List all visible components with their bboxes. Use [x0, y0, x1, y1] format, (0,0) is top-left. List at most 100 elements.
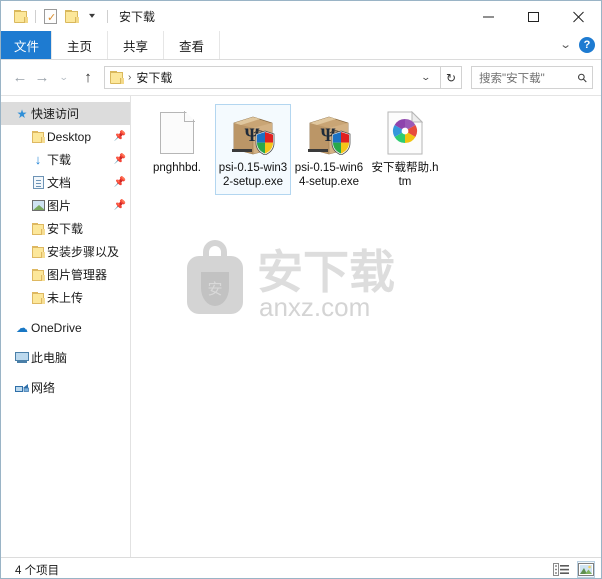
sidebar-item-label: 网络	[31, 381, 56, 395]
folder-icon	[29, 222, 47, 235]
maximize-button[interactable]	[511, 1, 556, 31]
sidebar-item-not-uploaded[interactable]: 未上传	[1, 286, 130, 309]
chevron-down-icon[interactable]: ⌄	[559, 39, 571, 51]
breadcrumb-item-0[interactable]: 安下载	[136, 69, 172, 86]
item-count-label: 4 个项目	[15, 564, 60, 577]
folder-icon	[29, 268, 47, 281]
title-bar: ✓ ▾ 安下载	[1, 1, 601, 31]
sidebar-item-image-manager[interactable]: 图片管理器	[1, 263, 130, 286]
ribbon-right-controls: ⌄ ?	[559, 31, 595, 59]
sidebar-item-desktop[interactable]: Desktop 📌	[1, 125, 130, 148]
pictures-icon	[29, 200, 47, 211]
breadcrumb-separator: ›	[128, 72, 132, 83]
sidebar-item-label: 快速访问	[31, 107, 80, 121]
folder-icon	[29, 245, 47, 258]
help-button[interactable]: ?	[579, 37, 595, 53]
network-icon	[13, 382, 31, 394]
folder-icon	[29, 130, 47, 143]
sidebar-item-this-pc[interactable]: 此电脑	[1, 346, 130, 369]
file-name-label: 安下载帮助.htm	[371, 162, 439, 188]
sidebar-item-anxiazai[interactable]: 安下载	[1, 217, 130, 240]
setup-package-icon: Ψ	[229, 109, 277, 157]
file-name-label: psi-0.15-win32-setup.exe	[218, 162, 288, 188]
navigation-pane: ★ 快速访问 Desktop 📌 ↓ 下载 📌 文档 📌 图片 📌 安下载 安装…	[1, 96, 131, 557]
sidebar-item-label: 安装步骤以及	[47, 245, 120, 259]
ribbon-tab-bar: 文件 主页 共享 查看 ⌄ ?	[1, 31, 601, 60]
sidebar-item-label: 图片管理器	[47, 268, 108, 282]
downloads-arrow-icon: ↓	[34, 152, 42, 167]
minimize-button[interactable]	[466, 1, 511, 31]
sidebar-item-downloads[interactable]: ↓ 下载 📌	[1, 148, 130, 171]
window-title: 安下载	[119, 9, 156, 24]
properties-icon[interactable]: ✓	[40, 6, 61, 27]
svg-text:anxz.com: anxz.com	[259, 292, 370, 322]
sidebar-item-label: 文档	[47, 176, 72, 190]
toolbar-separator-1	[35, 9, 36, 23]
sidebar-item-label: Desktop	[47, 129, 92, 144]
quick-access-star-icon: ★	[16, 106, 28, 121]
sidebar-item-network[interactable]: 网络	[1, 376, 130, 399]
setup-package-icon: Ψ	[305, 109, 353, 157]
pin-icon[interactable]: 📌	[114, 154, 126, 165]
sidebar-item-label: 下载	[47, 153, 72, 167]
sidebar-gap-2	[1, 339, 130, 346]
sidebar-item-label: 安下载	[47, 222, 84, 236]
recent-locations-button[interactable]: ⌄	[53, 66, 75, 90]
this-pc-icon	[13, 352, 31, 363]
file-list-pane[interactable]: 安 安下载 anxz.com pnghhbd. Ψ psi-0.15-win32…	[131, 96, 601, 557]
breadcrumb[interactable]: › 安下载 ⌄	[104, 66, 441, 89]
folder-icon[interactable]	[10, 6, 31, 27]
tab-view[interactable]: 查看	[163, 31, 221, 59]
file-name-label: pnghhbd.	[153, 162, 201, 174]
sidebar-gap-1	[1, 309, 130, 316]
watermark-logo: 安 安下载 anxz.com	[175, 236, 415, 322]
file-grid: pnghhbd. Ψ psi-0.15-win32-setup.exe Ψ ps…	[131, 96, 601, 195]
pin-icon[interactable]: 📌	[114, 131, 126, 142]
file-item[interactable]: pnghhbd.	[139, 104, 215, 195]
svg-text:安下载: 安下载	[257, 246, 395, 298]
sidebar-item-label: OneDrive	[31, 320, 82, 335]
pin-icon[interactable]: 📌	[114, 200, 126, 211]
up-button[interactable]: ↑	[75, 66, 101, 90]
sidebar-item-quick-access[interactable]: ★ 快速访问	[1, 102, 130, 125]
back-button[interactable]: ←	[9, 66, 31, 90]
breadcrumb-folder-icon	[110, 71, 124, 84]
search-placeholder: 搜索"安下载"	[479, 72, 545, 85]
tab-home[interactable]: 主页	[51, 31, 109, 59]
quick-access-toolbar: ✓ ▾	[1, 4, 112, 28]
address-dropdown-icon[interactable]: ⌄	[415, 72, 444, 83]
sidebar-item-onedrive[interactable]: ☁ OneDrive	[1, 316, 130, 339]
tab-file[interactable]: 文件	[1, 31, 53, 59]
sidebar-item-label: 未上传	[47, 291, 84, 305]
sidebar-item-documents[interactable]: 文档 📌	[1, 171, 130, 194]
file-item[interactable]: Ψ psi-0.15-win32-setup.exe	[215, 104, 291, 195]
address-bar: ← → ⌄ ↑ › 安下载 ⌄ ↻ 搜索"安下载" ⚲	[1, 60, 601, 95]
blank-file-icon	[153, 109, 201, 157]
pin-icon[interactable]: 📌	[114, 177, 126, 188]
details-view-button[interactable]	[552, 561, 570, 578]
file-explorer-window: ✓ ▾ 安下载 文件 主页 共享 查看 ⌄ ? ← → ⌄ ↑ › 安下载 ⌄ …	[0, 0, 602, 579]
sidebar-item-pictures[interactable]: 图片 📌	[1, 194, 130, 217]
large-icons-view-button[interactable]	[577, 561, 595, 578]
status-bar: 4 个项目	[1, 557, 601, 578]
sidebar-item-label: 图片	[47, 199, 72, 213]
main-content: ★ 快速访问 Desktop 📌 ↓ 下载 📌 文档 📌 图片 📌 安下载 安装…	[1, 95, 601, 557]
sidebar-item-label: 此电脑	[31, 351, 68, 365]
file-item[interactable]: 安下载帮助.htm	[367, 104, 443, 195]
new-folder-icon[interactable]	[61, 6, 82, 27]
onedrive-cloud-icon: ☁	[16, 320, 28, 335]
tab-share[interactable]: 共享	[107, 31, 165, 59]
close-button[interactable]	[556, 1, 601, 31]
sidebar-item-install-steps[interactable]: 安装步骤以及	[1, 240, 130, 263]
sidebar-gap-3	[1, 369, 130, 376]
search-input[interactable]: 搜索"安下载" ⚲	[471, 66, 593, 89]
customize-dropdown-icon[interactable]: ▾	[82, 6, 103, 27]
refresh-button[interactable]: ↻	[441, 66, 462, 89]
html-document-icon	[381, 109, 429, 157]
window-controls	[466, 1, 601, 31]
forward-button[interactable]: →	[31, 66, 53, 90]
svg-text:安: 安	[207, 281, 222, 298]
file-name-label: psi-0.15-win64-setup.exe	[294, 162, 364, 188]
documents-icon	[29, 176, 47, 189]
file-item[interactable]: Ψ psi-0.15-win64-setup.exe	[291, 104, 367, 195]
